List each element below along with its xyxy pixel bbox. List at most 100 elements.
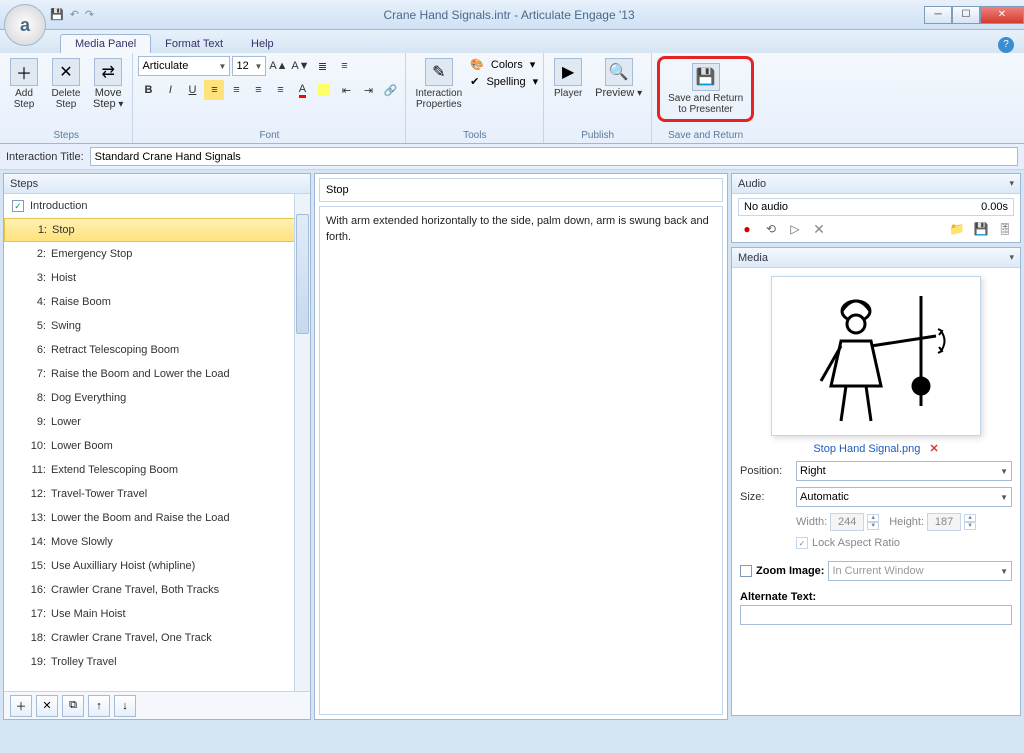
interaction-properties-button[interactable]: ✎Interaction Properties — [411, 56, 466, 112]
audio-time: 0.00s — [981, 201, 1008, 213]
remove-media-button[interactable]: ✕ — [929, 443, 938, 455]
right-pane: Audio▾ No audio 0.00s ● ⟲ ▷ ✕ 📁 💾 — [731, 173, 1021, 720]
shrink-font-button[interactable]: A▼ — [290, 56, 310, 76]
redo-icon[interactable]: ↷ — [85, 8, 94, 21]
media-thumbnail[interactable] — [771, 276, 981, 436]
window-title: Crane Hand Signals.intr - Articulate Eng… — [94, 8, 924, 22]
font-family-combo[interactable]: Articulate▼ — [138, 56, 230, 76]
grow-font-button[interactable]: A▲ — [268, 56, 288, 76]
step-item[interactable]: 8:Dog Everything — [4, 386, 310, 410]
interaction-title-input[interactable] — [90, 147, 1018, 166]
audio-editor-button[interactable]: 🎚 — [996, 220, 1014, 238]
app-menu-button[interactable]: a — [4, 4, 46, 46]
move-up-footer-button[interactable]: ↑ — [88, 695, 110, 717]
step-item[interactable]: 10:Lower Boom — [4, 434, 310, 458]
delete-audio-button[interactable]: ✕ — [810, 220, 828, 238]
align-center-button[interactable]: ≡ — [226, 80, 246, 100]
decrease-indent-button[interactable]: ⇤ — [336, 80, 356, 100]
duplicate-step-footer-button[interactable]: ⧉ — [62, 695, 84, 717]
import-audio-button[interactable]: 📁 — [948, 220, 966, 238]
step-item[interactable]: 13:Lower the Boom and Raise the Load — [4, 506, 310, 530]
spelling-button[interactable]: ✔ Spelling ▾ — [470, 75, 538, 88]
step-item[interactable]: 16:Crawler Crane Travel, Both Tracks — [4, 578, 310, 602]
underline-button[interactable]: U — [182, 80, 202, 100]
rewind-button[interactable]: ⟲ — [762, 220, 780, 238]
step-introduction[interactable]: ✓ Introduction — [4, 194, 310, 218]
close-button[interactable]: ✕ — [980, 6, 1024, 24]
save-return-icon: 💾 — [692, 63, 720, 91]
step-item[interactable]: 4:Raise Boom — [4, 290, 310, 314]
add-step-button[interactable]: ＋Add Step — [5, 56, 43, 112]
new-step-footer-button[interactable]: ＋ — [10, 695, 32, 717]
colors-button[interactable]: 🎨 Colors ▾ — [470, 58, 538, 71]
step-item[interactable]: 19:Trolley Travel — [4, 650, 310, 674]
maximize-button[interactable]: ☐ — [952, 6, 980, 24]
audio-status: No audio — [744, 201, 788, 213]
main-area: Steps ✓ Introduction 1:Stop2:Emergency S… — [0, 170, 1024, 723]
tab-format-text[interactable]: Format Text — [151, 35, 237, 53]
audio-collapse-icon[interactable]: ▾ — [1009, 178, 1014, 189]
zoom-combo: In Current Window▼ — [828, 561, 1012, 581]
numbering-button[interactable]: ≡ — [334, 56, 354, 76]
step-item[interactable]: 6:Retract Telescoping Boom — [4, 338, 310, 362]
position-combo[interactable]: Right▼ — [796, 461, 1012, 481]
intro-checkbox[interactable]: ✓ — [12, 200, 24, 212]
step-item[interactable]: 12:Travel-Tower Travel — [4, 482, 310, 506]
size-combo[interactable]: Automatic▼ — [796, 487, 1012, 507]
align-right-button[interactable]: ≡ — [248, 80, 268, 100]
tab-help[interactable]: Help — [237, 35, 288, 53]
preview-button[interactable]: 🔍Preview ▾ — [591, 56, 646, 101]
minimize-button[interactable]: ─ — [924, 6, 952, 24]
interaction-title-label: Interaction Title: — [6, 151, 84, 163]
delete-step-button[interactable]: ✕Delete Step — [47, 56, 85, 112]
title-bar: 💾 ↶ ↷ Crane Hand Signals.intr - Articula… — [0, 0, 1024, 30]
step-item[interactable]: 14:Move Slowly — [4, 530, 310, 554]
alt-text-input[interactable] — [740, 605, 1012, 625]
lock-aspect-checkbox: ✓ — [796, 537, 808, 549]
help-icon[interactable]: ? — [998, 37, 1014, 53]
spelling-icon: ✔ — [470, 75, 479, 88]
step-item[interactable]: 18:Crawler Crane Travel, One Track — [4, 626, 310, 650]
move-step-button[interactable]: ⇄Move Step ▾ — [89, 56, 127, 112]
save-and-return-button[interactable]: 💾 Save and Return to Presenter — [657, 56, 754, 122]
bullets-button[interactable]: ≣ — [312, 56, 332, 76]
delete-step-footer-button[interactable]: ✕ — [36, 695, 58, 717]
ribbon-tabs: Media Panel Format Text Help ? — [0, 30, 1024, 53]
play-button[interactable]: ▷ — [786, 220, 804, 238]
save-icon[interactable]: 💾 — [50, 8, 64, 21]
step-item[interactable]: 3:Hoist — [4, 266, 310, 290]
preview-icon: 🔍 — [605, 58, 633, 86]
media-collapse-icon[interactable]: ▾ — [1009, 252, 1014, 263]
step-item[interactable]: 11:Extend Telescoping Boom — [4, 458, 310, 482]
step-item[interactable]: 1:Stop — [4, 218, 310, 242]
undo-icon[interactable]: ↶ — [70, 8, 79, 21]
step-item[interactable]: 7:Raise the Boom and Lower the Load — [4, 362, 310, 386]
step-item[interactable]: 17:Use Main Hoist — [4, 602, 310, 626]
step-item[interactable]: 5:Swing — [4, 314, 310, 338]
lock-aspect-label: Lock Aspect Ratio — [812, 537, 900, 549]
font-size-combo[interactable]: 12▼ — [232, 56, 266, 76]
step-item[interactable]: 2:Emergency Stop — [4, 242, 310, 266]
height-input — [927, 513, 961, 531]
hyperlink-button[interactable]: 🔗 — [380, 80, 400, 100]
align-justify-button[interactable]: ≡ — [270, 80, 290, 100]
move-down-footer-button[interactable]: ↓ — [114, 695, 136, 717]
player-button[interactable]: ▶Player — [549, 56, 587, 101]
player-icon: ▶ — [554, 58, 582, 86]
highlight-button[interactable] — [314, 80, 334, 100]
increase-indent-button[interactable]: ⇥ — [358, 80, 378, 100]
step-title-input[interactable]: Stop — [319, 178, 723, 202]
steps-scrollbar[interactable] — [294, 194, 310, 691]
export-audio-button[interactable]: 💾 — [972, 220, 990, 238]
step-body-editor[interactable]: With arm extended horizontally to the si… — [319, 206, 723, 715]
step-item[interactable]: 9:Lower — [4, 410, 310, 434]
record-button[interactable]: ● — [738, 220, 756, 238]
tab-media-panel[interactable]: Media Panel — [60, 34, 151, 53]
font-color-button[interactable]: A — [292, 80, 312, 100]
step-item[interactable]: 15:Use Auxilliary Hoist (whipline) — [4, 554, 310, 578]
zoom-image-checkbox[interactable] — [740, 565, 752, 577]
bold-button[interactable]: B — [138, 80, 158, 100]
italic-button[interactable]: I — [160, 80, 180, 100]
media-filename[interactable]: Stop Hand Signal.png — [813, 443, 920, 455]
align-left-button[interactable]: ≡ — [204, 80, 224, 100]
